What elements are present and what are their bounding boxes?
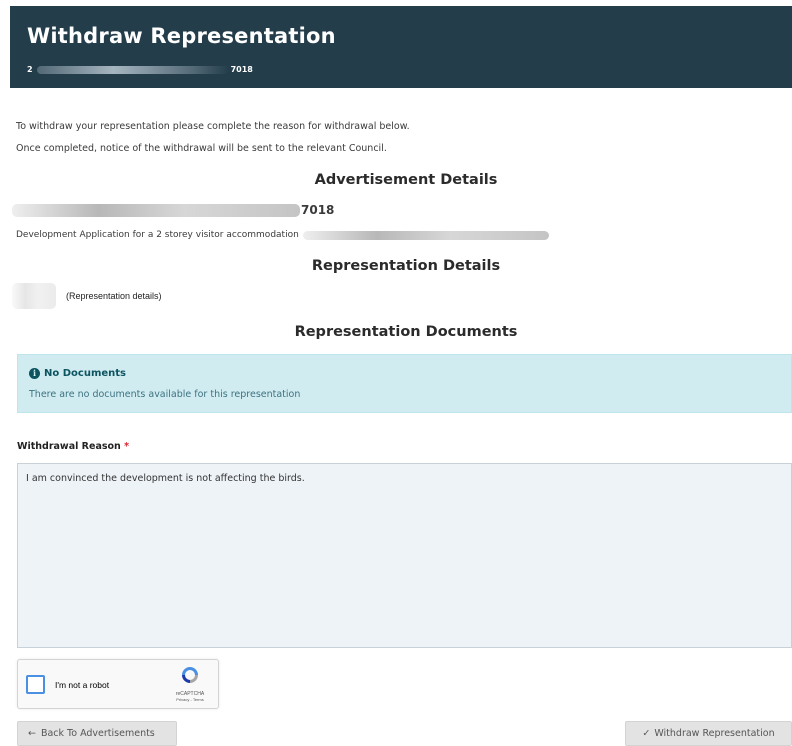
intro-text-2: Once completed, notice of the withdrawal…	[16, 143, 387, 154]
recaptcha-logo-icon	[182, 667, 198, 683]
withdraw-representation-button[interactable]: ✓ Withdraw Representation	[625, 721, 792, 746]
advertisement-ref-suffix: 7018	[301, 203, 335, 217]
advertisement-description-text: Development Application for a 2 storey v…	[16, 230, 299, 240]
no-documents-alert: i No Documents There are no documents av…	[17, 354, 792, 413]
representation-documents-heading: Representation Documents	[294, 324, 518, 340]
representation-details-text: (Representation details)	[66, 291, 162, 301]
withdrawal-reason-textarea[interactable]	[17, 463, 792, 648]
redacted-reference	[36, 65, 229, 74]
recaptcha-checkbox[interactable]	[26, 675, 45, 694]
arrow-left-icon: ←	[28, 728, 36, 739]
intro-text-1: To withdraw your representation please c…	[16, 121, 410, 132]
withdrawal-reason-label: Withdrawal Reason *	[17, 441, 129, 452]
info-circle-icon: i	[29, 368, 40, 379]
advertisement-reference: 2 7018	[27, 65, 253, 74]
recaptcha-label: I'm not a robot	[55, 680, 110, 690]
advertisement-description: Development Application for a 2 storey v…	[16, 230, 549, 240]
advertisement-ref: 7018	[12, 203, 334, 217]
withdraw-button-label: Withdraw Representation	[654, 728, 775, 739]
redacted-address	[12, 203, 300, 217]
alert-text: There are no documents available for thi…	[29, 389, 301, 400]
back-to-advertisements-button[interactable]: ← Back To Advertisements	[17, 721, 177, 746]
reference-prefix: 2	[27, 65, 33, 74]
check-icon: ✓	[642, 728, 651, 739]
reference-suffix: 7018	[230, 65, 253, 74]
recaptcha-terms-link[interactable]: Privacy - Terms	[170, 697, 210, 702]
redacted-representer	[12, 283, 56, 309]
recaptcha-widget: I'm not a robot reCAPTCHA Privacy - Term…	[17, 659, 219, 709]
withdrawal-reason-label-text: Withdrawal Reason	[17, 441, 121, 452]
advertisement-details-heading: Advertisement Details	[314, 172, 498, 188]
recaptcha-logo: reCAPTCHA Privacy - Terms	[170, 665, 210, 702]
redacted-location	[302, 230, 549, 240]
representation-details-heading: Representation Details	[311, 258, 501, 274]
page-title: Withdraw Representation	[27, 24, 336, 48]
representation-details: (Representation details)	[12, 283, 162, 309]
page-header: Withdraw Representation 2 7018	[10, 6, 792, 88]
back-button-label: Back To Advertisements	[40, 728, 155, 739]
required-marker: *	[124, 441, 130, 452]
alert-title-text: No Documents	[44, 368, 126, 379]
alert-title: i No Documents	[29, 368, 126, 379]
